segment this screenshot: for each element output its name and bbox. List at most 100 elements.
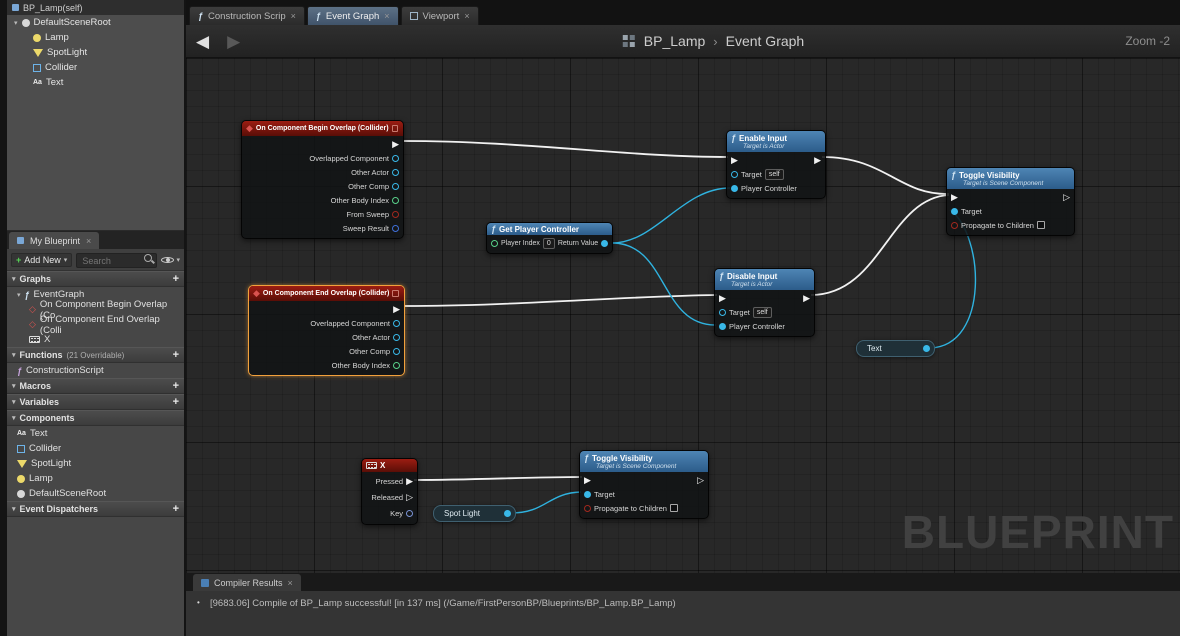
tree-item-lamp[interactable]: Lamp (7, 30, 184, 45)
data-in-pin[interactable] (719, 308, 726, 316)
tree-item-collider[interactable]: Collider (7, 60, 184, 75)
tree-item-defaultsceneroot[interactable]: ▾ DefaultSceneRoot (7, 15, 184, 30)
close-icon[interactable]: × (86, 236, 91, 246)
data-out-pin[interactable] (406, 509, 413, 517)
collapse-arrow-icon[interactable]: ▾ (12, 351, 16, 359)
add-new-button[interactable]: + Add New ▾ (11, 252, 73, 267)
node-header[interactable]: ƒ Disable Input Target is Actor (715, 269, 814, 290)
add-macro-button[interactable]: + (173, 380, 179, 392)
node-header[interactable]: ◆ On Component End Overlap (Collider) (249, 286, 404, 301)
section-event-dispatchers[interactable]: ▾ Event Dispatchers + (7, 501, 184, 517)
navigate-forward-button[interactable]: ▶ (227, 33, 240, 50)
data-out-pin[interactable] (393, 319, 400, 327)
exec-out-pin[interactable]: ▷ (1063, 192, 1070, 202)
data-in-pin[interactable] (731, 184, 738, 192)
exec-out-pin[interactable]: ▶ (392, 139, 399, 149)
visibility-filter-button[interactable]: ▾ (161, 254, 180, 266)
tab-compiler-results[interactable]: Compiler Results × (193, 574, 301, 591)
collapse-arrow-icon[interactable]: ▾ (12, 414, 16, 422)
exec-out-pin[interactable]: ▷ (406, 492, 413, 502)
variable-node-spotlight[interactable]: Spot Light (433, 505, 516, 522)
collapse-arrow-icon[interactable]: ▾ (12, 505, 16, 513)
data-in-pin[interactable] (491, 239, 498, 247)
list-item-sceneroot-var[interactable]: DefaultSceneRoot (7, 486, 184, 501)
node-disable-input[interactable]: ƒ Disable Input Target is Actor ▶ ▶ Targ… (714, 268, 815, 337)
close-icon[interactable]: × (464, 11, 469, 21)
node-header[interactable]: ƒ Enable Input Target is Actor (727, 131, 825, 152)
add-function-button[interactable]: + (173, 349, 179, 361)
list-item-lamp-var[interactable]: Lamp (7, 471, 184, 486)
node-begin-overlap[interactable]: ◆ On Component Begin Overlap (Collider) … (241, 120, 404, 239)
node-get-player-controller[interactable]: ƒ Get Player Controller Player Index 0 R… (486, 222, 613, 254)
data-in-pin[interactable] (584, 504, 591, 512)
section-components[interactable]: ▾ Components (7, 410, 184, 426)
exec-out-pin[interactable]: ▶ (803, 293, 810, 303)
node-header[interactable]: ◆ On Component Begin Overlap (Collider) (242, 121, 403, 136)
data-out-pin[interactable] (392, 224, 399, 232)
data-in-pin[interactable] (719, 322, 726, 330)
tab-viewport[interactable]: Viewport × (400, 6, 479, 25)
data-in-pin[interactable] (731, 170, 738, 178)
section-variables[interactable]: ▾ Variables + (7, 394, 184, 410)
add-graph-button[interactable]: + (173, 273, 179, 285)
data-in-pin[interactable] (951, 207, 958, 215)
propagate-checkbox[interactable] (1036, 221, 1045, 229)
section-functions[interactable]: ▾ Functions (21 Overridable) + (7, 347, 184, 363)
list-item-collider-var[interactable]: Collider (7, 441, 184, 456)
data-out-pin[interactable] (392, 168, 399, 176)
tree-item-text[interactable]: Aa Text (7, 75, 184, 90)
node-enable-input[interactable]: ƒ Enable Input Target is Actor ▶ ▶ Targe… (726, 130, 826, 199)
data-in-pin[interactable] (951, 221, 958, 229)
node-header[interactable]: ƒ Get Player Controller (487, 223, 612, 235)
list-item-spotlight-var[interactable]: SpotLight (7, 456, 184, 471)
propagate-checkbox[interactable] (669, 504, 678, 512)
node-header[interactable]: ƒ Toggle Visibility Target is Scene Comp… (947, 168, 1074, 189)
exec-in-pin[interactable]: ▶ (951, 192, 958, 202)
list-item-x-key[interactable]: X (7, 332, 184, 347)
delegate-pin-icon[interactable] (392, 290, 399, 297)
close-icon[interactable]: × (291, 11, 296, 21)
pin-value-box[interactable]: 0 (542, 237, 555, 249)
exec-in-pin[interactable]: ▶ (584, 475, 591, 485)
section-graphs[interactable]: ▾ Graphs + (7, 271, 184, 287)
data-out-pin[interactable] (392, 210, 399, 218)
data-out-pin[interactable] (392, 154, 399, 162)
data-out-pin[interactable] (393, 347, 400, 355)
compiler-log-line[interactable]: [9683.06] Compile of BP_Lamp successful!… (210, 598, 676, 609)
tree-item-spotlight[interactable]: SpotLight (7, 45, 184, 60)
collapse-arrow-icon[interactable]: ▾ (12, 382, 16, 390)
node-x-key-event[interactable]: X Pressed ▶ Released ▷ Key (361, 458, 418, 525)
expander-icon[interactable]: ▾ (14, 19, 18, 27)
exec-out-pin[interactable]: ▶ (406, 476, 413, 486)
breadcrumb-page[interactable]: Event Graph (726, 33, 805, 49)
node-end-overlap[interactable]: ◆ On Component End Overlap (Collider) ▶ … (248, 285, 405, 376)
exec-out-pin[interactable]: ▶ (814, 155, 821, 165)
data-out-pin[interactable] (392, 196, 399, 204)
node-toggle-visibility-top[interactable]: ƒ Toggle Visibility Target is Scene Comp… (946, 167, 1075, 236)
graph-canvas[interactable]: ◆ On Component Begin Overlap (Collider) … (186, 58, 1180, 573)
list-item-text-var[interactable]: Aa Text (7, 426, 184, 441)
navigate-back-button[interactable]: ◀ (196, 33, 209, 50)
node-header[interactable]: ƒ Toggle Visibility Target is Scene Comp… (580, 451, 708, 472)
exec-out-pin[interactable]: ▶ (393, 304, 400, 314)
tab-construction-script[interactable]: ƒ Construction Scrip × (189, 6, 305, 25)
section-macros[interactable]: ▾ Macros + (7, 378, 184, 394)
list-item-constructionscript[interactable]: ƒ ConstructionScript (7, 363, 184, 378)
add-dispatcher-button[interactable]: + (173, 503, 179, 515)
data-out-pin[interactable] (393, 333, 400, 341)
exec-out-pin[interactable]: ▷ (697, 475, 704, 485)
variable-node-text[interactable]: Text (856, 340, 935, 357)
data-out-pin[interactable] (923, 345, 930, 352)
close-icon[interactable]: × (288, 578, 293, 588)
tab-my-blueprint[interactable]: My Blueprint × (9, 232, 100, 249)
data-out-pin[interactable] (392, 182, 399, 190)
close-icon[interactable]: × (384, 11, 389, 21)
exec-in-pin[interactable]: ▶ (719, 293, 726, 303)
node-toggle-visibility-bottom[interactable]: ƒ Toggle Visibility Target is Scene Comp… (579, 450, 709, 519)
collapse-arrow-icon[interactable]: ▾ (12, 398, 16, 406)
data-in-pin[interactable] (584, 490, 591, 498)
data-out-pin[interactable] (504, 510, 511, 517)
delegate-pin-icon[interactable] (391, 125, 398, 132)
node-header[interactable]: X (362, 459, 417, 472)
collapse-arrow-icon[interactable]: ▾ (12, 275, 16, 283)
